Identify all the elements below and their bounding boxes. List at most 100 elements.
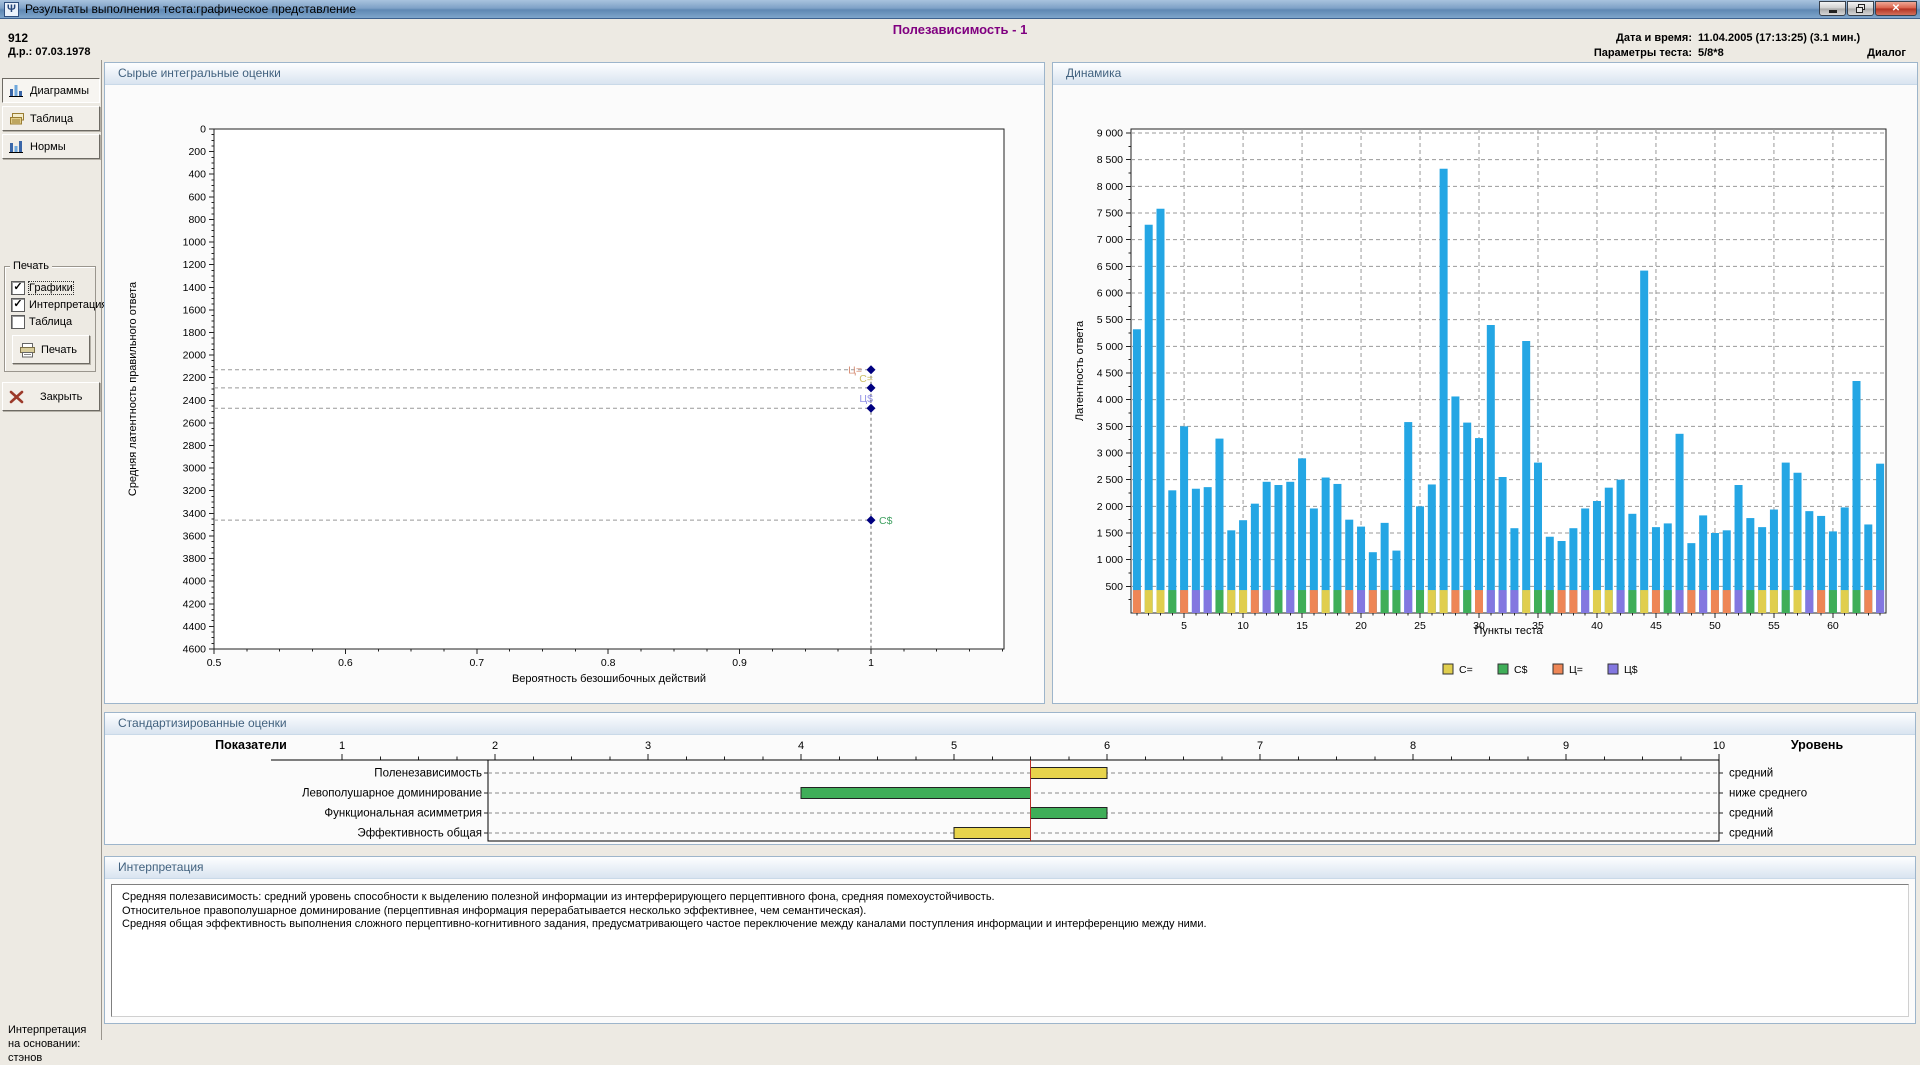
svg-text:2000: 2000 <box>183 350 207 362</box>
minimize-button[interactable] <box>1819 1 1846 16</box>
svg-text:средний: средний <box>1729 828 1773 840</box>
svg-text:500: 500 <box>1105 581 1123 593</box>
birth-date: Д.р.: 07.03.1978 <box>8 46 90 58</box>
svg-text:средний: средний <box>1729 808 1773 820</box>
sidebar-button-norms[interactable]: Нормы <box>2 134 100 159</box>
svg-text:3200: 3200 <box>183 485 207 497</box>
svg-text:Ц$: Ц$ <box>859 393 873 405</box>
print-option-checkbox[interactable] <box>11 315 25 329</box>
svg-text:ниже среднего: ниже среднего <box>1729 788 1807 800</box>
print-option-row: ✓ Графики <box>11 281 73 295</box>
svg-text:Ц$: Ц$ <box>1624 664 1638 676</box>
svg-text:10: 10 <box>1713 740 1725 752</box>
svg-text:4200: 4200 <box>183 598 207 610</box>
svg-text:9: 9 <box>1563 740 1569 752</box>
print-option-row: Таблица <box>11 315 72 329</box>
interpretation-line: Средняя полезависимость: средний уровень… <box>122 891 1898 905</box>
close-window-button[interactable]: Закрыть <box>2 382 100 411</box>
print-option-label[interactable]: Графики <box>29 282 73 294</box>
titlebar[interactable]: Ψ Результаты выполнения теста:графическо… <box>0 0 1920 19</box>
svg-text:3 500: 3 500 <box>1097 421 1123 433</box>
raw-scores-panel: Сырые интегральные оценки 02004006008001… <box>104 62 1045 704</box>
window-title: Результаты выполнения теста:графическое … <box>25 2 356 16</box>
bar-chart-icon <box>9 139 25 154</box>
print-option-row: ✓ Интерпретация <box>11 298 107 312</box>
svg-text:1400: 1400 <box>183 282 207 294</box>
svg-text:Ц=: Ц= <box>1569 664 1583 676</box>
sidebar-button-label: Диаграммы <box>30 85 89 97</box>
print-option-checkbox[interactable]: ✓ <box>11 281 25 295</box>
svg-text:Средняя латентность правильног: Средняя латентность правильного ответа <box>127 281 139 496</box>
svg-text:4400: 4400 <box>183 621 207 633</box>
datetime-label: Дата и время: <box>1594 32 1698 44</box>
svg-text:Уровень: Уровень <box>1791 738 1844 752</box>
standardized-panel: Стандартизированные оценки 12345678910По… <box>104 712 1916 845</box>
sidebar-button-table[interactable]: Таблица <box>2 106 100 131</box>
svg-text:Вероятность безошибочных дейст: Вероятность безошибочных действий <box>512 673 706 685</box>
sidebar-button-diagrams[interactable]: Диаграммы <box>2 78 100 103</box>
svg-text:2600: 2600 <box>183 417 207 429</box>
svg-text:8 000: 8 000 <box>1097 181 1123 193</box>
print-option-label[interactable]: Таблица <box>29 316 72 328</box>
svg-text:Поленезависимость: Поленезависимость <box>374 768 482 780</box>
standardized-chart: 12345678910ПоказателиУровеньПоленезависи… <box>105 735 1915 845</box>
svg-text:6 000: 6 000 <box>1097 288 1123 300</box>
interpretation-text: Средняя полезависимость: средний уровень… <box>111 884 1909 1017</box>
close-button[interactable]: ✕ <box>1875 1 1917 16</box>
svg-text:800: 800 <box>188 214 206 226</box>
svg-text:4000: 4000 <box>183 576 207 588</box>
svg-text:3 000: 3 000 <box>1097 448 1123 460</box>
svg-text:Функциональная асимметрия: Функциональная асимметрия <box>324 808 482 820</box>
print-option-checkbox[interactable]: ✓ <box>11 298 25 312</box>
svg-text:50: 50 <box>1709 620 1721 632</box>
svg-text:8 500: 8 500 <box>1097 154 1123 166</box>
svg-text:3800: 3800 <box>183 553 207 565</box>
svg-text:С$: С$ <box>1514 664 1528 676</box>
svg-text:Пункты теста: Пункты теста <box>1475 625 1544 637</box>
maximize-button[interactable] <box>1847 1 1874 16</box>
svg-text:20: 20 <box>1355 620 1367 632</box>
svg-text:5: 5 <box>951 740 957 752</box>
print-group-label: Печать <box>10 260 52 272</box>
svg-text:45: 45 <box>1650 620 1662 632</box>
close-x-icon <box>9 390 25 404</box>
minimize-icon <box>1829 10 1837 13</box>
svg-text:0.8: 0.8 <box>601 657 616 669</box>
svg-text:4 000: 4 000 <box>1097 394 1123 406</box>
sidebar: Диаграммы Таблица Нормы Печать ✓Графики✓… <box>0 60 102 1040</box>
interpretation-panel: Интерпретация Средняя полезависимость: с… <box>104 856 1916 1024</box>
interpretation-line: Относительное правополушарное доминирова… <box>122 905 1898 919</box>
svg-text:Левополушарное доминирование: Левополушарное доминирование <box>302 788 482 800</box>
test-meta: Дата и время: 11.04.2005 (17:13:25) (3.1… <box>1594 32 1906 59</box>
svg-text:5 000: 5 000 <box>1097 341 1123 353</box>
close-icon: ✕ <box>1892 4 1900 14</box>
print-button[interactable]: Печать <box>12 335 90 364</box>
svg-text:1800: 1800 <box>183 327 207 339</box>
restore-icon <box>1855 3 1867 14</box>
svg-text:0: 0 <box>200 124 206 136</box>
dynamics-panel: Динамика 5001 0001 5002 0002 5003 0003 5… <box>1052 62 1918 704</box>
svg-text:40: 40 <box>1591 620 1603 632</box>
svg-text:8: 8 <box>1410 740 1416 752</box>
dynamics-chart: 5001 0001 5002 0002 5003 0003 5004 0004 … <box>1053 85 1917 702</box>
svg-text:15: 15 <box>1296 620 1308 632</box>
svg-text:7: 7 <box>1257 740 1263 752</box>
svg-text:200: 200 <box>188 146 206 158</box>
svg-text:1 000: 1 000 <box>1097 554 1123 566</box>
svg-text:5: 5 <box>1181 620 1187 632</box>
svg-text:3000: 3000 <box>183 463 207 475</box>
svg-text:Латентность ответа: Латентность ответа <box>1074 320 1086 421</box>
patient-id: 912 <box>8 31 28 45</box>
svg-text:25: 25 <box>1414 620 1426 632</box>
print-option-label[interactable]: Интерпретация <box>29 299 107 311</box>
raw-scores-chart: 0200400600800100012001400160018002000220… <box>105 85 1044 702</box>
svg-text:5 500: 5 500 <box>1097 314 1123 326</box>
dynamics-panel-title: Динамика <box>1053 63 1917 85</box>
svg-text:0.9: 0.9 <box>732 657 747 669</box>
svg-text:0.7: 0.7 <box>469 657 484 669</box>
svg-text:0.5: 0.5 <box>207 657 222 669</box>
svg-text:средний: средний <box>1729 768 1773 780</box>
datetime-value: 11.04.2005 (17:13:25) (3.1 мин.) <box>1698 32 1906 44</box>
svg-text:1600: 1600 <box>183 304 207 316</box>
svg-text:1: 1 <box>868 657 874 669</box>
